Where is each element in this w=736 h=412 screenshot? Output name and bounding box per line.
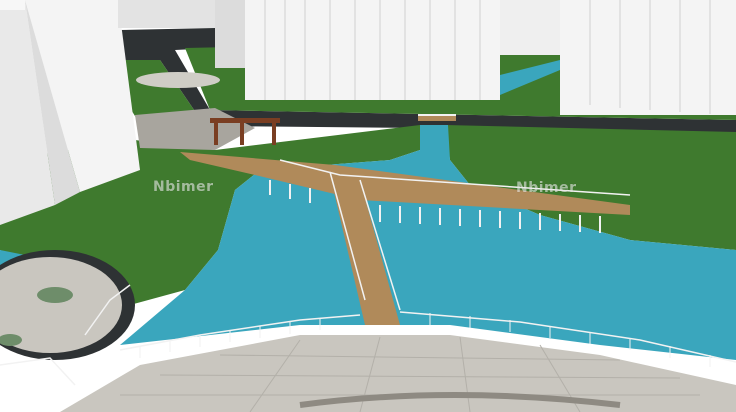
roundabout	[136, 72, 220, 88]
plaza-ornament	[37, 287, 73, 303]
distant-building	[118, 0, 215, 28]
landscape-scene	[0, 0, 736, 412]
footbridge-small	[418, 114, 456, 121]
render-viewport: Nbimer Nbimer	[0, 0, 736, 412]
tower-center	[215, 0, 500, 100]
